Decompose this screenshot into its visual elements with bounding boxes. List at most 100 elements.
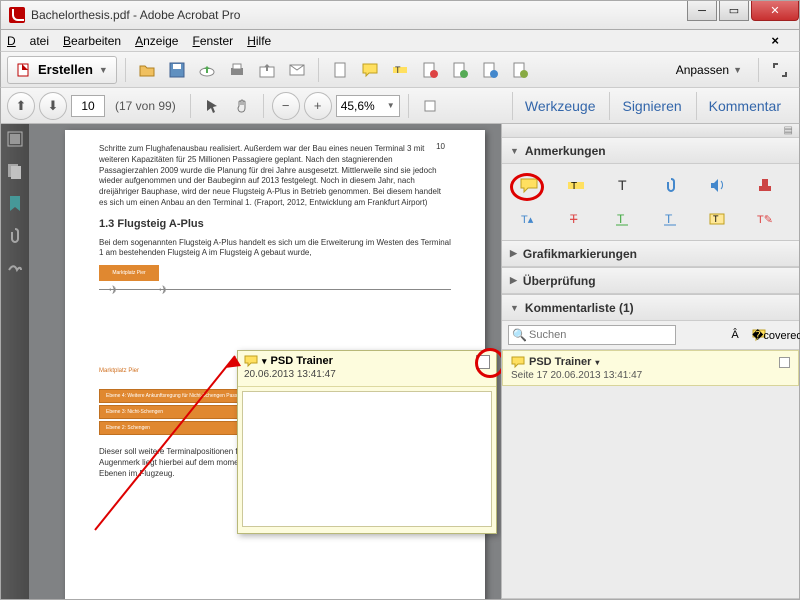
diagram-1: Marktplatz Pier ✈ ✈ [99,265,451,309]
sticky-note-header[interactable]: ▾ PSD Trainer 20.06.2013 13:41:47 [238,351,496,387]
page-delete-icon [421,61,439,79]
window-close-button[interactable]: ✕ [751,1,799,21]
tab-comment[interactable]: Kommentar [696,92,793,120]
attachments-icon[interactable] [6,226,24,244]
fullscreen-button[interactable] [767,57,793,83]
print-button[interactable] [224,57,250,83]
hand-tool[interactable] [229,93,255,119]
window-minimize-button[interactable]: ─ [687,1,717,21]
ribbon-icon [422,98,438,114]
highlight-button[interactable]: T [387,57,413,83]
scan-button[interactable] [327,57,353,83]
menu-view[interactable]: Anzeige [135,34,178,48]
options-button[interactable]: �covered▤ [773,325,793,345]
tab-sign[interactable]: Signieren [609,92,693,120]
page-up-button[interactable]: ⬆ [7,92,35,120]
window-titlebar: Bachelorthesis.pdf - Adobe Acrobat Pro ─… [0,0,800,30]
menu-bar: Datei Bearbeiten Anzeige Fenster Hilfe × [0,30,800,52]
bookmark-button[interactable] [417,93,443,119]
create-button[interactable]: Erstellen ▼ [7,56,117,84]
tool-highlight[interactable]: T [559,172,593,198]
email-button[interactable] [284,57,310,83]
hand-icon [234,98,250,114]
folder-open-icon [138,61,156,79]
tool-attach[interactable] [654,172,688,198]
page-rotate-icon [451,61,469,79]
section-comment-list[interactable]: ▼Kommentarliste (1) [502,295,799,321]
sticky-note-popup[interactable]: ▾ PSD Trainer 20.06.2013 13:41:47 [237,350,497,534]
cloud-button[interactable] [194,57,220,83]
svg-text:T: T [665,212,673,226]
pages-icon[interactable] [6,162,24,180]
menu-file[interactable]: Datei [7,34,49,48]
page-down-button[interactable]: ⬇ [39,92,67,120]
section-annotations[interactable]: ▼Anmerkungen [502,138,799,164]
tab-tools[interactable]: Werkzeuge [512,92,608,120]
page-number-input[interactable] [71,95,105,117]
zoom-out-button[interactable]: − [272,92,300,120]
menu-close-doc[interactable]: × [771,33,779,48]
sticky-note-textarea[interactable] [242,391,492,527]
menu-edit[interactable]: Bearbeiten [63,34,121,48]
comment-list-item[interactable]: PSD Trainer ▾ Seite 17 20.06.2013 13:41:… [502,350,799,386]
menu-window[interactable]: Fenster [192,34,233,48]
page-tool-button[interactable] [477,57,503,83]
section-heading: 1.3 Flugsteig A-Plus [99,217,451,232]
page-tool-icon [481,61,499,79]
save-button[interactable] [164,57,190,83]
bookmarks-icon[interactable] [6,194,24,212]
share-button[interactable] [254,57,280,83]
customize-button[interactable]: Anpassen ▼ [668,59,750,81]
diagram-label: Marktplatz Pier [99,265,159,281]
create-pdf-icon [16,62,32,78]
zoom-in-button[interactable]: + [304,92,332,120]
navigation-toolbar: ⬆ ⬇ (17 von 99) − + 45,6%▼ Werkzeuge Sig… [0,88,800,124]
page-check-icon [511,61,529,79]
section-drawing[interactable]: ▶Grafikmarkierungen [502,241,799,267]
speech-bubble-icon [361,61,379,79]
comment-search-input[interactable] [508,325,676,345]
comment-search-row: 🔍 Â �covered▤ [502,321,799,350]
tool-sticky-note[interactable] [512,172,546,198]
navigation-pane [1,124,29,599]
svg-text:T: T [618,177,627,193]
tool-text-correction[interactable]: T✎ [748,206,782,232]
tool-audio[interactable] [701,172,735,198]
comment-meta: Seite 17 20.06.2013 13:41:47 [511,370,790,381]
window-maximize-button[interactable]: ▭ [719,1,749,21]
zoom-select[interactable]: 45,6%▼ [336,95,400,117]
svg-text:T▴: T▴ [521,214,534,226]
menu-help[interactable]: Hilfe [247,34,271,48]
tool-text-box[interactable]: T [701,206,735,232]
tool-stamp[interactable] [748,172,782,198]
share-icon [258,61,276,79]
main-area: 10 Schritte zum Flughafenausbau realisie… [0,124,800,600]
open-button[interactable] [134,57,160,83]
cursor-icon [204,98,220,114]
speech-bubble-icon [511,355,525,369]
signatures-icon[interactable] [6,258,24,276]
thumbnails-icon[interactable] [6,130,24,148]
window-title: Bachelorthesis.pdf - Adobe Acrobat Pro [31,8,685,22]
tool-strikeout[interactable]: T [559,206,593,232]
section-review[interactable]: ▶Überprüfung [502,268,799,294]
panel-grip[interactable]: ▤ [502,124,799,138]
rotate-button[interactable] [447,57,473,83]
cloud-up-icon [198,61,216,79]
tool-text[interactable]: T [606,172,640,198]
comment-bubble-button[interactable] [357,57,383,83]
svg-text:T: T [713,214,719,224]
tool-underline[interactable]: T [606,206,640,232]
search-icon: 🔍 [512,328,527,342]
comment-checkbox[interactable] [779,357,790,368]
delete-page-button[interactable] [417,57,443,83]
sticky-author: PSD Trainer [271,355,333,367]
tool-insert-text[interactable]: T▴ [512,206,546,232]
svg-text:T✎: T✎ [757,214,773,226]
sort-button[interactable]: Â [725,325,745,345]
sticky-minimize-button[interactable] [476,355,490,369]
document-viewport[interactable]: 10 Schritte zum Flughafenausbau realisie… [29,124,501,599]
select-tool[interactable] [199,93,225,119]
tool-replace-text[interactable]: T [654,206,688,232]
page-check-button[interactable] [507,57,533,83]
